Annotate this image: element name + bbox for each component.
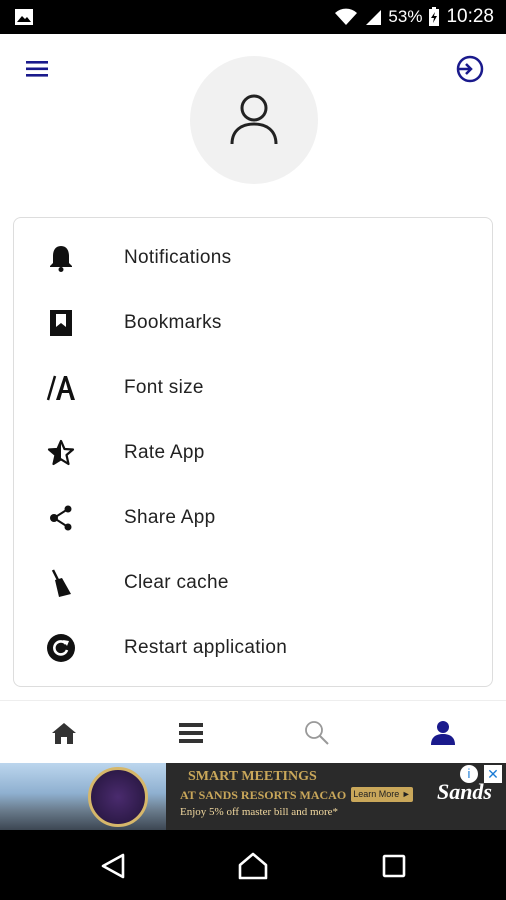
nav-home[interactable]: [44, 713, 84, 753]
settings-menu-card: Notifications Bookmarks Font size Rate A…: [13, 217, 493, 687]
signal-icon: [366, 10, 382, 25]
share-icon: [44, 501, 78, 535]
profile-icon: [431, 721, 455, 745]
back-button[interactable]: [97, 850, 129, 882]
battery-percent: 53%: [388, 7, 423, 26]
login-icon[interactable]: [454, 54, 484, 84]
restart-icon: [44, 631, 78, 665]
menu-item-font-size[interactable]: Font size: [14, 357, 492, 419]
status-bar: 53% 10:28: [0, 0, 506, 34]
ad-headline: SMART MEETINGS: [188, 769, 317, 784]
hamburger-menu-icon[interactable]: [24, 56, 50, 82]
ad-subline: AT SANDS RESORTS MACAO: [180, 788, 347, 802]
menu-item-notifications[interactable]: Notifications: [14, 227, 492, 289]
menu-item-label: Notifications: [124, 247, 232, 268]
menu-item-label: Clear cache: [124, 572, 229, 593]
ad-logo-ring: [88, 767, 148, 827]
menu-item-label: Rate App: [124, 442, 205, 463]
home-button[interactable]: [237, 850, 269, 882]
status-time: 10:28: [446, 6, 494, 27]
status-right: 53% 10:28: [334, 0, 494, 34]
system-navigation-bar: [0, 830, 506, 900]
avatar[interactable]: [190, 56, 318, 184]
wifi-icon: [335, 8, 358, 25]
bottom-navigation: [0, 700, 506, 763]
search-icon: [305, 721, 329, 745]
menu-item-clear-cache[interactable]: Clear cache: [14, 552, 492, 614]
ad-close-icon[interactable]: ✕: [484, 765, 502, 783]
back-triangle-icon: [101, 853, 125, 879]
bookmark-icon: [44, 306, 78, 340]
menu-item-restart-application[interactable]: Restart application: [14, 617, 492, 679]
recents-button[interactable]: [378, 850, 410, 882]
battery-icon: [429, 7, 440, 26]
ad-learn-more-button[interactable]: Learn More ►: [351, 787, 413, 802]
ad-banner[interactable]: SMART MEETINGS AT SANDS RESORTS MACAO En…: [0, 763, 506, 830]
home-outline-icon: [238, 852, 268, 880]
menu-item-share-app[interactable]: Share App: [14, 487, 492, 549]
ad-offer: Enjoy 5% off master bill and more*: [180, 806, 339, 818]
nav-search[interactable]: [297, 713, 337, 753]
broom-icon: [44, 566, 78, 600]
nav-list[interactable]: [171, 713, 211, 753]
star-half-icon: [44, 436, 78, 470]
menu-item-rate-app[interactable]: Rate App: [14, 422, 492, 484]
bell-icon: [44, 241, 78, 275]
user-outline-icon: [230, 94, 278, 145]
menu-item-label: Restart application: [124, 637, 288, 658]
profile-header: [0, 34, 506, 204]
ad-content: SMART MEETINGS AT SANDS RESORTS MACAO En…: [166, 763, 506, 830]
ad-info-icon[interactable]: i: [460, 765, 478, 783]
font-size-icon: [44, 371, 78, 405]
menu-item-label: Share App: [124, 507, 216, 528]
menu-item-label: Bookmarks: [124, 312, 222, 333]
image-notification-icon: [15, 9, 33, 25]
menu-item-bookmarks[interactable]: Bookmarks: [14, 292, 492, 354]
list-icon: [179, 723, 203, 743]
square-icon: [382, 854, 406, 878]
menu-item-label: Font size: [124, 377, 204, 398]
nav-profile[interactable]: [423, 713, 463, 753]
home-icon: [52, 723, 76, 744]
